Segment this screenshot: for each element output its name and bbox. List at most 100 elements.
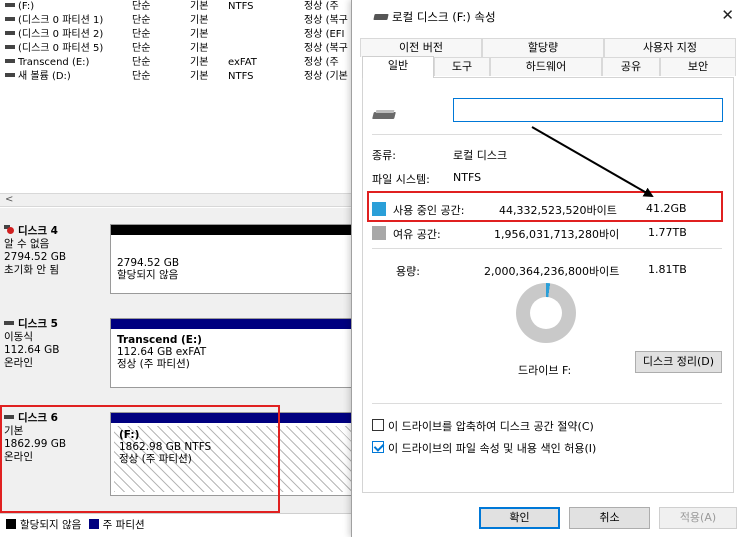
tab-customize[interactable]: 사용자 지정 — [604, 38, 736, 57]
tab-general[interactable]: 일반 — [362, 56, 434, 78]
unallocated-swatch — [6, 519, 16, 529]
disk-size: 2794.52 GB — [4, 251, 67, 263]
partition-name: (F:) — [119, 429, 140, 441]
compress-checkbox[interactable] — [372, 419, 384, 431]
volume-type: 기본 — [190, 57, 209, 68]
drive-icon — [5, 59, 15, 63]
compress-label[interactable]: 이 드라이브를 압축하여 디스크 공간 절약(C) — [388, 418, 594, 434]
disk-icon — [4, 321, 14, 325]
disk-size: 1862.99 GB — [4, 438, 67, 450]
legend: 할당되지 않음 주 파티션 — [0, 513, 360, 537]
title-bar[interactable]: 로컬 디스크 (F:) 속성 ✕ — [352, 0, 743, 32]
used-space-label: 사용 중인 공간: — [393, 204, 465, 217]
type-value: 로컬 디스크 — [453, 149, 508, 162]
drive-icon — [373, 14, 389, 20]
apply-button[interactable]: 적용(A) — [659, 507, 737, 529]
volume-row[interactable]: (F:) 단순 기본 NTFS 정상 (주 — [0, 0, 360, 13]
legend-primary: 주 파티션 — [102, 519, 145, 531]
volume-type: 기본 — [190, 29, 209, 40]
used-space-bytes: 44,332,523,520바이트 — [499, 204, 617, 217]
volume-type: 기본 — [190, 1, 209, 12]
disk-kind: 이동식 — [4, 331, 33, 343]
volume-status: 정상 (기본 — [304, 71, 348, 82]
volume-name: (디스크 0 파티션 2) — [18, 29, 104, 40]
index-label[interactable]: 이 드라이브의 파일 속성 및 내용 색인 허용(I) — [388, 440, 596, 456]
disk-title: 디스크 5 — [18, 318, 58, 330]
volume-layout: 단순 — [132, 1, 151, 12]
partition-status: 할당되지 않음 — [117, 269, 179, 281]
drive-icon — [5, 31, 15, 35]
volume-type: 기본 — [190, 71, 209, 82]
capacity-bytes: 2,000,364,236,800바이트 — [484, 265, 620, 278]
disk-state: 온라인 — [4, 357, 33, 369]
volume-row[interactable]: 새 볼륨 (D:) 단순 기본 NTFS 정상 (기본 — [0, 70, 360, 83]
volume-fs: NTFS — [228, 1, 254, 12]
dialog-title: 로컬 디스크 (F:) 속성 — [392, 10, 496, 24]
tab-quota[interactable]: 할당량 — [482, 38, 604, 57]
drive-icon — [373, 110, 395, 119]
index-checkbox[interactable] — [372, 441, 384, 453]
free-space-human: 1.77TB — [648, 226, 687, 239]
volume-status: 정상 (EFI — [304, 29, 345, 40]
used-space-swatch — [372, 202, 386, 216]
volume-name: (디스크 0 파티션 5) — [18, 43, 104, 54]
tab-strip: 이전 버전 할당량 사용자 지정 일반 도구 하드웨어 공유 보안 — [360, 38, 736, 78]
partition-size: 2794.52 GB — [117, 257, 180, 269]
partition-size: 112.64 GB exFAT — [117, 346, 207, 358]
volume-row[interactable]: (디스크 0 파티션 1) 단순 기본 정상 (복구 — [0, 14, 360, 27]
volume-row[interactable]: Transcend (E:) 단순 기본 exFAT 정상 (주 — [0, 56, 360, 69]
capacity-human: 1.81TB — [648, 263, 687, 276]
disk-state: 온라인 — [4, 451, 33, 463]
disk-5-label[interactable]: 디스크 5 이동식 112.64 GB 온라인 — [4, 318, 108, 388]
disk-4-label[interactable]: 디스크 4 알 수 없음 2794.52 GB 초기화 안 됨 — [4, 224, 108, 294]
volume-row[interactable]: (디스크 0 파티션 2) 단순 기본 정상 (EFI — [0, 28, 360, 41]
free-space-label: 여유 공간: — [393, 228, 441, 241]
partition-size: 1862.98 GB NTFS — [119, 441, 212, 453]
tab-tools[interactable]: 도구 — [434, 57, 490, 76]
disk-kind: 알 수 없음 — [4, 238, 50, 250]
free-space-bytes: 1,956,031,713,280바이 — [494, 228, 620, 241]
drive-icon — [5, 73, 15, 77]
disk-6-label[interactable]: 디스크 6 기본 1862.99 GB 온라인 — [4, 412, 108, 496]
disk-5-partition[interactable]: Transcend (E:) 112.64 GB exFAT 정상 (주 파티션… — [110, 318, 360, 388]
capacity-label: 용량: — [396, 265, 420, 278]
separator — [372, 192, 722, 193]
close-icon[interactable]: ✕ — [721, 6, 734, 24]
volume-status: 정상 (복구 — [304, 43, 348, 54]
horizontal-scrollbar[interactable]: < — [0, 193, 360, 207]
partition-status: 정상 (주 파티션) — [119, 453, 192, 465]
filesystem-value: NTFS — [453, 171, 482, 184]
disk-title: 디스크 6 — [18, 412, 58, 424]
volume-fs: NTFS — [228, 71, 254, 82]
tab-hardware[interactable]: 하드웨어 — [490, 57, 602, 76]
partition-name: Transcend (E:) — [117, 334, 202, 346]
cancel-button[interactable]: 취소 — [569, 507, 650, 529]
disk-cleanup-button[interactable]: 디스크 정리(D) — [635, 351, 722, 373]
separator — [372, 248, 722, 249]
legend-unallocated: 할당되지 않음 — [20, 519, 82, 531]
primary-partition-bar — [111, 319, 359, 329]
disk-state: 초기화 안 됨 — [4, 264, 59, 276]
volume-name: Transcend (E:) — [18, 57, 90, 68]
primary-partition-bar — [111, 413, 359, 423]
disk-4-partition[interactable]: 2794.52 GB 할당되지 않음 — [110, 224, 360, 294]
tab-sharing[interactable]: 공유 — [602, 57, 660, 76]
separator — [372, 134, 722, 135]
volume-row[interactable]: (디스크 0 파티션 5) 단순 기본 정상 (복구 — [0, 42, 360, 55]
volume-layout: 단순 — [132, 43, 151, 54]
disk-icon — [4, 415, 14, 419]
volume-name-input[interactable] — [453, 98, 723, 122]
scroll-left-icon[interactable]: < — [5, 194, 13, 206]
tab-previous-versions[interactable]: 이전 버전 — [360, 38, 482, 57]
drive-icon — [5, 3, 15, 7]
drive-icon — [5, 45, 15, 49]
type-label: 종류: — [372, 149, 396, 162]
disk-6-partition[interactable]: (F:) 1862.98 GB NTFS 정상 (주 파티션) — [110, 412, 360, 496]
ok-button[interactable]: 확인 — [479, 507, 560, 529]
volume-fs: exFAT — [228, 57, 257, 68]
volume-layout: 단순 — [132, 15, 151, 26]
volume-type: 기본 — [190, 15, 209, 26]
disk-title: 디스크 4 — [18, 225, 58, 237]
volume-status: 정상 (주 — [304, 1, 339, 12]
tab-security[interactable]: 보안 — [660, 57, 736, 76]
